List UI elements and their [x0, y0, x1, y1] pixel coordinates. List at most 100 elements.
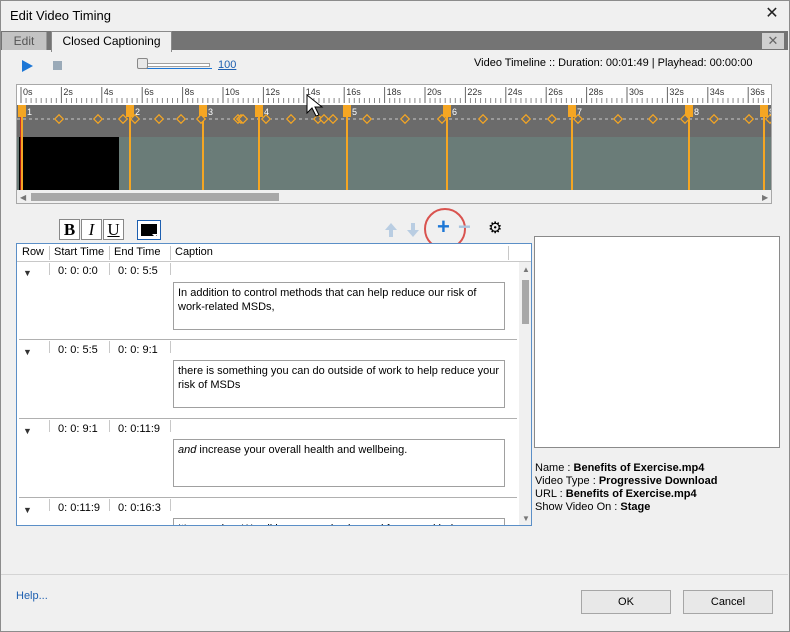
- caption-textbox[interactable]: In addition to control methods that can …: [173, 282, 505, 330]
- end-time-cell[interactable]: 0: 0:11:9: [118, 423, 160, 435]
- keyframe-diamond: [743, 113, 755, 125]
- zoom-slider-thumb[interactable]: [137, 58, 148, 69]
- caption-textbox[interactable]: It's exercise. We all know exercise is g…: [173, 518, 505, 525]
- caption-marker-flag: [255, 105, 263, 117]
- keyframe-diamond: [92, 113, 104, 125]
- row-expander-icon[interactable]: ▼: [23, 268, 32, 278]
- zoom-slider[interactable]: [140, 63, 210, 67]
- keyframe-diamond: [117, 113, 129, 125]
- header-separator: [170, 246, 171, 260]
- caption-marker-flag: [343, 105, 351, 117]
- keyframe-diamond: [361, 113, 373, 125]
- keyframe-diamond: [175, 113, 187, 125]
- row-expander-icon[interactable]: ▼: [23, 426, 32, 436]
- scroll-left-icon[interactable]: ◀: [20, 193, 26, 202]
- ok-button[interactable]: OK: [581, 590, 671, 614]
- grid-scroll-thumb[interactable]: [522, 280, 529, 324]
- column-divider: [49, 420, 50, 432]
- meta-show-value: Stage: [620, 501, 651, 513]
- scroll-down-icon[interactable]: ▼: [522, 514, 530, 523]
- footer-divider: [1, 574, 788, 575]
- stop-icon[interactable]: [53, 61, 62, 70]
- help-link[interactable]: Help...: [16, 590, 48, 602]
- caption-marker-number: 1: [27, 107, 32, 117]
- move-up-icon[interactable]: [384, 222, 398, 238]
- caption-textbox[interactable]: and increase your overall health and wel…: [173, 439, 505, 487]
- row-separator: [19, 418, 517, 419]
- grid-header: Row Start Time End Time Caption: [17, 244, 531, 262]
- header-separator: [109, 246, 110, 260]
- end-time-cell[interactable]: 0: 0: 9:1: [118, 344, 158, 356]
- meta-name-value: Benefits of Exercise.mp4: [573, 462, 705, 474]
- timeline[interactable]: 0s 2s 4s 6s 8s 10s 12s 14s 16s 18s 20s 22s 24s 26s 28s…: [16, 84, 772, 204]
- column-divider: [170, 263, 171, 275]
- meta-name-label: Name :: [535, 462, 571, 474]
- caption-marker-number: 3: [208, 107, 213, 117]
- caption-italic-text: and: [178, 444, 197, 456]
- start-time-cell[interactable]: 0: 0: 0:0: [58, 265, 98, 277]
- underline-button[interactable]: U: [103, 219, 124, 240]
- keyframe-diamond: [708, 113, 720, 125]
- caption-marker-flag: [126, 105, 134, 117]
- end-time-cell[interactable]: 0: 0:16:3: [118, 502, 161, 514]
- meta-type: Video Type : Progressive Download: [535, 475, 717, 488]
- keyframe-diamond: [153, 113, 165, 125]
- text-color-picker[interactable]: [137, 220, 161, 240]
- video-preview: [534, 236, 780, 448]
- column-divider: [49, 499, 50, 511]
- header-end-time[interactable]: End Time: [114, 246, 160, 258]
- column-divider: [109, 420, 110, 432]
- remove-icon[interactable]: −: [458, 215, 471, 239]
- bold-button[interactable]: B: [59, 219, 80, 240]
- add-icon[interactable]: +: [437, 215, 450, 239]
- scroll-up-icon[interactable]: ▲: [522, 265, 530, 274]
- tab-closed-captioning[interactable]: Closed Captioning: [51, 31, 172, 52]
- caption-marker-number: 8: [694, 107, 699, 117]
- header-caption[interactable]: Caption: [175, 246, 213, 258]
- keyframe-diamond: [647, 113, 659, 125]
- caption-textbox[interactable]: there is something you can do outside of…: [173, 360, 505, 408]
- window-title: Edit Video Timing: [10, 8, 111, 23]
- column-divider: [109, 499, 110, 511]
- close-window-icon[interactable]: ✕: [762, 4, 782, 24]
- header-separator: [49, 246, 50, 260]
- keyframe-diamond: [477, 113, 489, 125]
- meta-url: URL : Benefits of Exercise.mp4: [535, 488, 697, 501]
- caption-marker-number: 5: [352, 107, 357, 117]
- header-start-time[interactable]: Start Time: [54, 246, 104, 258]
- keyframe-diamond: [399, 113, 411, 125]
- timeline-info: Video Timeline :: Duration: 00:01:49 | P…: [474, 57, 753, 69]
- zoom-value-link[interactable]: 100: [218, 59, 236, 71]
- start-time-cell[interactable]: 0: 0: 5:5: [58, 344, 98, 356]
- row-expander-icon[interactable]: ▼: [23, 505, 32, 515]
- keyframe-diamond: [520, 113, 532, 125]
- chevron-down-icon: [152, 234, 158, 237]
- row-separator: [19, 497, 517, 498]
- cursor-icon: [306, 93, 324, 117]
- start-time-cell[interactable]: 0: 0:11:9: [58, 502, 100, 514]
- italic-button[interactable]: I: [81, 219, 102, 240]
- close-tab-icon[interactable]: ✕: [762, 33, 784, 49]
- cancel-button[interactable]: Cancel: [683, 590, 773, 614]
- timeline-scroll-thumb[interactable]: [31, 193, 279, 201]
- keyframe-diamond: [612, 113, 624, 125]
- move-down-icon[interactable]: [406, 222, 420, 238]
- keyframe-diamond: [318, 113, 330, 125]
- start-time-cell[interactable]: 0: 0: 9:1: [58, 423, 98, 435]
- row-expander-icon[interactable]: ▼: [23, 347, 32, 357]
- column-divider: [49, 263, 50, 275]
- play-icon[interactable]: [22, 60, 33, 72]
- end-time-cell[interactable]: 0: 0: 5:5: [118, 265, 158, 277]
- column-divider: [170, 420, 171, 432]
- scroll-right-icon[interactable]: ▶: [762, 193, 768, 202]
- marker-overlay: 123456789: [17, 93, 771, 190]
- header-row: Row: [22, 246, 45, 258]
- keyframe-diamond: [546, 113, 558, 125]
- meta-url-label: URL :: [535, 488, 563, 500]
- tab-edit[interactable]: Edit: [2, 32, 47, 50]
- caption-text: increase your overall health and wellbei…: [196, 444, 408, 456]
- gear-icon[interactable]: ⚙: [488, 220, 502, 238]
- caption-marker-flag: [443, 105, 451, 117]
- meta-name: Name : Benefits of Exercise.mp4: [535, 462, 704, 475]
- meta-show-label: Show Video On :: [535, 501, 618, 513]
